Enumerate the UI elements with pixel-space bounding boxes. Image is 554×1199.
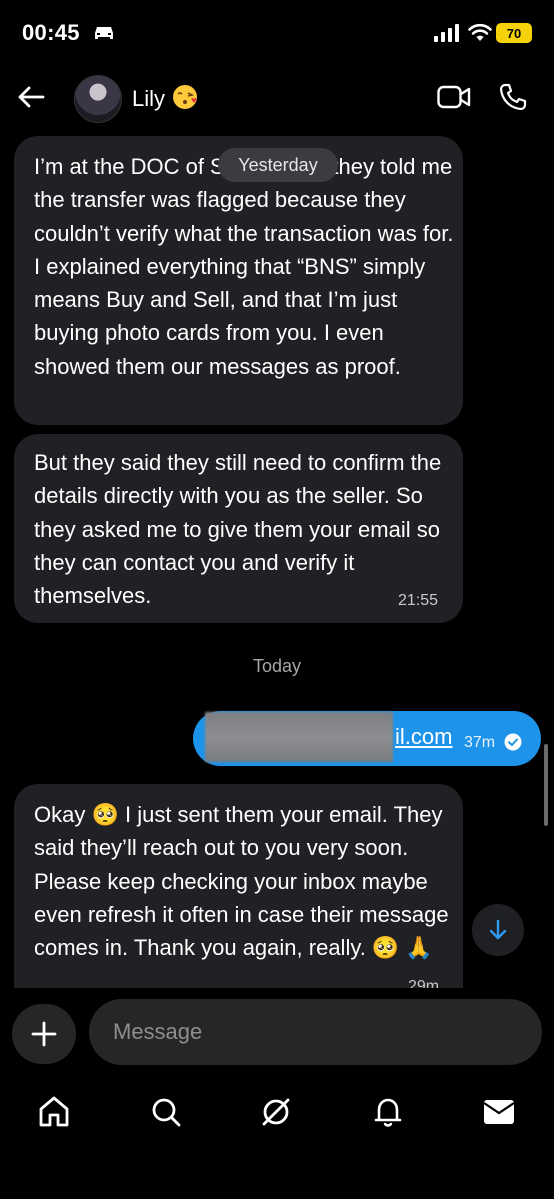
email-link[interactable]: il.com	[395, 724, 452, 750]
incoming-message-bubble[interactable]: But they said they still need to confirm…	[14, 434, 463, 623]
message-timestamp: 37m	[464, 734, 496, 751]
plus-icon	[31, 1021, 57, 1047]
scroll-to-bottom-button[interactable]	[472, 904, 524, 956]
add-attachment-button[interactable]	[12, 1004, 76, 1064]
check-circle-icon	[504, 733, 522, 751]
incoming-message-bubble[interactable]: Okay 🥺 I just sent them your email. They…	[14, 784, 463, 988]
message-timestamp: 29m	[408, 978, 440, 988]
search-icon[interactable]	[148, 1094, 184, 1130]
date-separator: Yesterday	[218, 148, 338, 182]
message-list[interactable]: I’m at the DOC of Sydney and they told m…	[0, 0, 554, 988]
message-timestamp: 21:55	[398, 592, 439, 609]
home-icon[interactable]	[36, 1094, 72, 1130]
explore-icon[interactable]	[258, 1094, 294, 1130]
message-input[interactable]	[89, 999, 542, 1065]
message-text: Okay 🥺 I just sent them your email. They…	[34, 802, 449, 961]
inbox-icon[interactable]	[481, 1094, 517, 1130]
redacted-text	[205, 712, 393, 762]
date-separator: Today	[252, 656, 302, 676]
arrow-down-icon	[489, 919, 507, 940]
scrollbar[interactable]	[544, 744, 548, 826]
message-text: But they said they still need to confirm…	[34, 450, 442, 609]
notifications-icon[interactable]	[370, 1094, 406, 1130]
message-text: I’m at the DOC of Sydney and they told m…	[34, 154, 454, 379]
